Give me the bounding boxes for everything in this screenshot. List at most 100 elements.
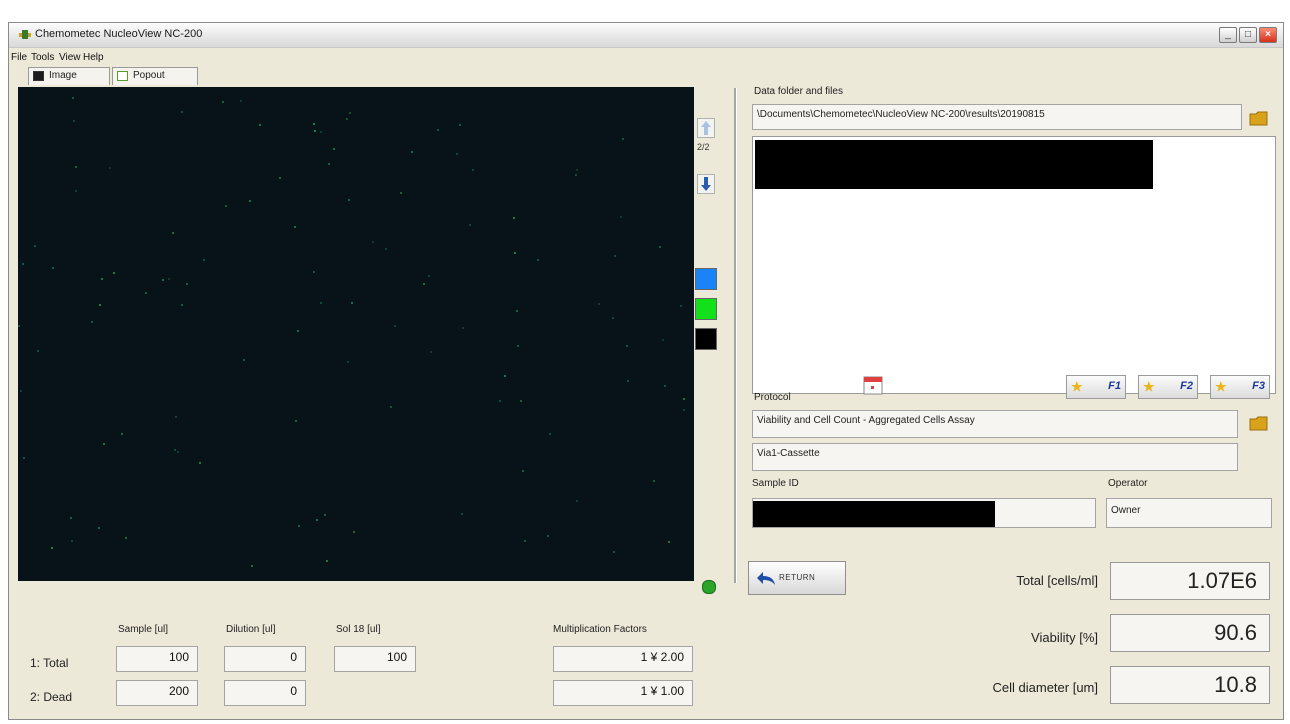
total-cells-label: Total [cells/ml] [1016, 573, 1098, 588]
cell-speck [680, 305, 682, 307]
arrow-up-icon [701, 121, 711, 135]
close-button[interactable]: × [1259, 27, 1277, 43]
calendar-icon[interactable] [862, 374, 884, 396]
cell-speck [71, 540, 73, 542]
total-sol18-field[interactable]: 100 [334, 646, 416, 672]
black-channel-swatch[interactable] [695, 328, 717, 350]
cell-speck [668, 541, 670, 543]
tab-popout[interactable]: Popout [112, 67, 198, 85]
tab-image[interactable]: Image [28, 67, 110, 85]
cell-speck [34, 245, 36, 247]
cell-speck [121, 433, 123, 435]
cell-speck [353, 531, 355, 533]
cell-speck [537, 259, 539, 261]
cell-speck [22, 263, 24, 265]
cell-speck [622, 138, 624, 140]
cell-speck [240, 100, 242, 102]
dead-multiplication-factor: 1 ¥ 1.00 [553, 680, 693, 706]
protocol-name-field[interactable]: Viability and Cell Count - Aggregated Ce… [752, 410, 1238, 438]
cell-speck [683, 398, 685, 400]
protocol-label: Protocol [754, 392, 791, 403]
next-image-button[interactable] [697, 174, 715, 194]
multiplication-factors-header: Multiplication Factors [553, 624, 647, 635]
cell-speck [437, 129, 439, 131]
cell-speck [172, 232, 174, 234]
menu-help[interactable]: Help [83, 52, 104, 63]
cell-speck [461, 513, 463, 515]
cell-speck [20, 390, 22, 392]
cell-diameter-value: 10.8 [1110, 666, 1270, 704]
cell-speck [251, 565, 253, 567]
cell-speck [222, 101, 224, 103]
cell-speck [75, 166, 77, 168]
menu-tools[interactable]: Tools [31, 52, 54, 63]
cell-speck [326, 560, 328, 562]
cell-speck [504, 375, 506, 377]
cell-speck [37, 350, 39, 352]
cell-speck [145, 292, 147, 294]
folder-browse-icon[interactable] [1248, 107, 1270, 129]
title-bar: Chemometec NucleoView NC-200 _ □ × [9, 23, 1283, 48]
menu-file[interactable]: File [11, 52, 27, 63]
previous-image-button[interactable] [697, 118, 715, 138]
f2-button[interactable]: ★ F2 [1138, 375, 1198, 399]
star-icon: ★ [1071, 379, 1083, 394]
cell-speck [372, 241, 374, 243]
viability-value: 90.6 [1110, 614, 1270, 652]
cell-speck [52, 267, 54, 269]
maximize-button[interactable]: □ [1239, 27, 1257, 43]
data-files-list[interactable] [752, 136, 1276, 394]
cell-speck [98, 527, 100, 529]
menu-bar: File Tools View Help [9, 48, 1283, 68]
cell-speck [456, 153, 458, 155]
blue-channel-swatch[interactable] [695, 268, 717, 290]
cell-speck [390, 406, 392, 408]
cassette-field[interactable]: Via1-Cassette [752, 443, 1238, 471]
cell-speck [524, 540, 526, 542]
cell-speck [75, 190, 77, 192]
cell-speck [73, 120, 75, 122]
menu-view[interactable]: View [59, 52, 81, 63]
total-sample-field[interactable]: 100 [116, 646, 198, 672]
cell-speck [313, 271, 315, 273]
return-button[interactable]: RETURN [748, 561, 846, 595]
cell-speck [514, 252, 516, 254]
cell-speck [324, 514, 326, 516]
dilution-ul-header: Dilution [ul] [226, 624, 276, 635]
cell-speck [347, 361, 349, 363]
cell-speck [175, 416, 177, 418]
protocol-browse-icon[interactable] [1248, 412, 1270, 434]
tab-popout-label: Popout [133, 70, 165, 81]
cell-image-viewer[interactable] [18, 87, 694, 581]
minimize-button[interactable]: _ [1219, 27, 1237, 43]
cell-speck [259, 124, 261, 126]
cell-speck [662, 339, 664, 341]
f3-button[interactable]: ★ F3 [1210, 375, 1270, 399]
cell-speck [659, 246, 661, 248]
cell-speck [351, 302, 353, 304]
cell-speck [181, 304, 183, 306]
cell-speck [203, 259, 205, 261]
sample-id-field[interactable] [752, 498, 1096, 528]
green-channel-swatch[interactable] [695, 298, 717, 320]
data-folder-path[interactable]: \Documents\Chemometec\NucleoView NC-200\… [752, 104, 1242, 130]
total-multiplication-factor: 1 ¥ 2.00 [553, 646, 693, 672]
operator-field[interactable]: Owner [1106, 498, 1272, 528]
cell-speck [346, 118, 348, 120]
cell-speck [320, 131, 322, 133]
cell-speck [91, 321, 93, 323]
cell-speck [516, 310, 518, 312]
cell-speck [298, 525, 300, 527]
cell-speck [18, 325, 20, 327]
cell-speck [225, 205, 227, 207]
dead-sample-field[interactable]: 200 [116, 680, 198, 706]
popout-icon [117, 71, 128, 81]
cell-speck [249, 200, 251, 202]
dead-dilution-field[interactable]: 0 [224, 680, 306, 706]
redacted-sample-id [753, 501, 995, 527]
cell-speck [411, 151, 413, 153]
f1-button[interactable]: ★ F1 [1066, 375, 1126, 399]
cell-speck [101, 278, 103, 280]
total-dilution-field[interactable]: 0 [224, 646, 306, 672]
cell-speck [297, 330, 299, 332]
